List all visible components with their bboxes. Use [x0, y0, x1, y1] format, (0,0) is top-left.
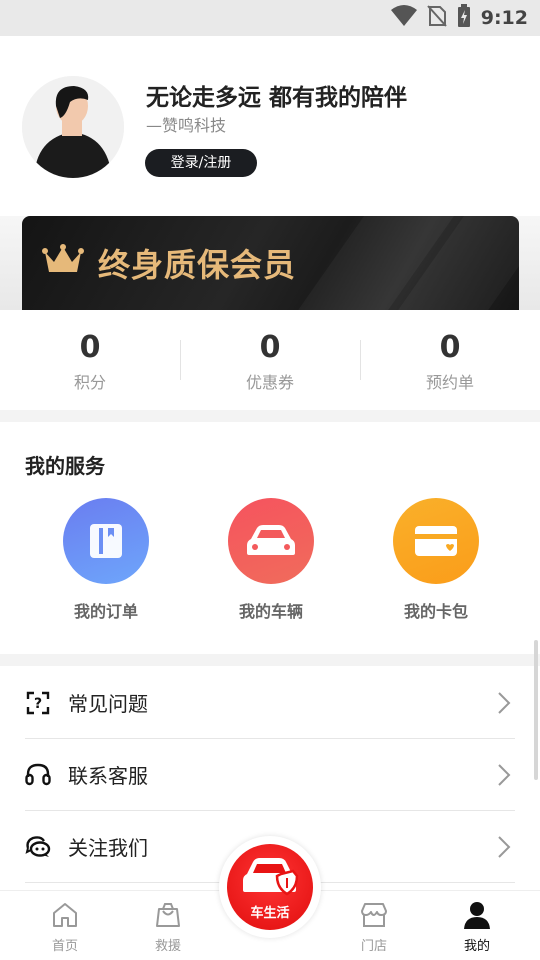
- chevron-right-icon: [497, 835, 511, 863]
- home-icon: [52, 903, 78, 933]
- profile-icon: [462, 902, 492, 933]
- profile-header: 无论走多远 都有我的陪伴 —赞鸣科技 登录/注册: [0, 36, 540, 216]
- menu-label: 联系客服: [68, 764, 148, 788]
- service-label: 我的卡包: [403, 602, 468, 621]
- my-services-section: 我的服务 我的订单 我的车辆 我的卡包: [0, 422, 540, 654]
- stats-row: 0 积分 0 优惠券 0 预约单: [0, 310, 540, 410]
- menu-label: 常见问题: [68, 692, 148, 716]
- service-label: 我的订单: [73, 602, 138, 621]
- login-register-button[interactable]: 登录/注册: [145, 149, 257, 177]
- vip-title: 终身质保会员: [98, 246, 297, 284]
- vip-membership-card[interactable]: 终身质保会员: [22, 216, 519, 310]
- wifi-icon: [390, 5, 417, 31]
- tab-label: 救援: [154, 939, 181, 954]
- car-life-button-ring: 车生活: [219, 836, 321, 938]
- menu-item-contact-service[interactable]: 联系客服: [25, 739, 515, 811]
- chevron-right-icon: [497, 691, 511, 719]
- menu-label: 关注我们: [68, 836, 148, 860]
- vip-banner-area: 终身质保会员: [0, 216, 540, 310]
- battery-icon: [457, 4, 471, 32]
- faq-icon: ?: [25, 690, 51, 716]
- svg-text:?: ?: [34, 696, 42, 712]
- avatar[interactable]: [22, 76, 124, 178]
- fab-label: 车生活: [250, 906, 290, 921]
- stat-label: 积分: [73, 373, 106, 392]
- chevron-right-icon: [497, 763, 511, 791]
- status-time: 9:12: [480, 7, 528, 29]
- headset-icon: [25, 762, 51, 788]
- stat-value: 0: [79, 330, 101, 365]
- service-my-card-wallet[interactable]: 我的卡包: [376, 498, 496, 622]
- bag-icon: [155, 903, 181, 933]
- order-icon: [63, 498, 149, 584]
- card-wallet-icon: [393, 498, 479, 584]
- service-my-vehicles[interactable]: 我的车辆: [211, 498, 331, 622]
- stat-coupons[interactable]: 0 优惠券: [180, 310, 360, 410]
- tab-label: 我的: [463, 939, 490, 954]
- tab-store[interactable]: 门店: [334, 901, 414, 954]
- profile-slogan: 无论走多远 都有我的陪伴: [146, 85, 408, 111]
- scrollbar[interactable]: [534, 640, 538, 780]
- service-label: 我的车辆: [238, 602, 303, 621]
- car-life-button[interactable]: 车生活: [227, 844, 313, 930]
- chat-icon: [25, 834, 51, 860]
- crown-icon: [42, 244, 84, 280]
- tab-rescue[interactable]: 救援: [128, 901, 208, 954]
- car-shield-icon: [241, 854, 301, 902]
- car-icon: [228, 498, 314, 584]
- tab-label: 门店: [360, 939, 387, 954]
- stat-points[interactable]: 0 积分: [0, 310, 180, 410]
- tab-mine[interactable]: 我的: [437, 901, 517, 954]
- stat-label: 预约单: [425, 373, 474, 392]
- no-sim-icon: [426, 5, 447, 31]
- tab-label: 首页: [51, 939, 78, 954]
- menu-item-faq[interactable]: ? 常见问题: [25, 667, 515, 739]
- stat-label: 优惠券: [245, 373, 294, 392]
- tab-home[interactable]: 首页: [25, 901, 105, 954]
- service-my-orders[interactable]: 我的订单: [46, 498, 166, 622]
- status-bar: 9:12: [0, 0, 540, 36]
- stat-value: 0: [259, 330, 281, 365]
- profile-subtitle: —赞鸣科技: [146, 116, 227, 135]
- store-icon: [359, 903, 389, 933]
- stat-value: 0: [439, 330, 461, 365]
- section-title: 我的服务: [25, 454, 105, 478]
- stat-reservations[interactable]: 0 预约单: [360, 310, 540, 410]
